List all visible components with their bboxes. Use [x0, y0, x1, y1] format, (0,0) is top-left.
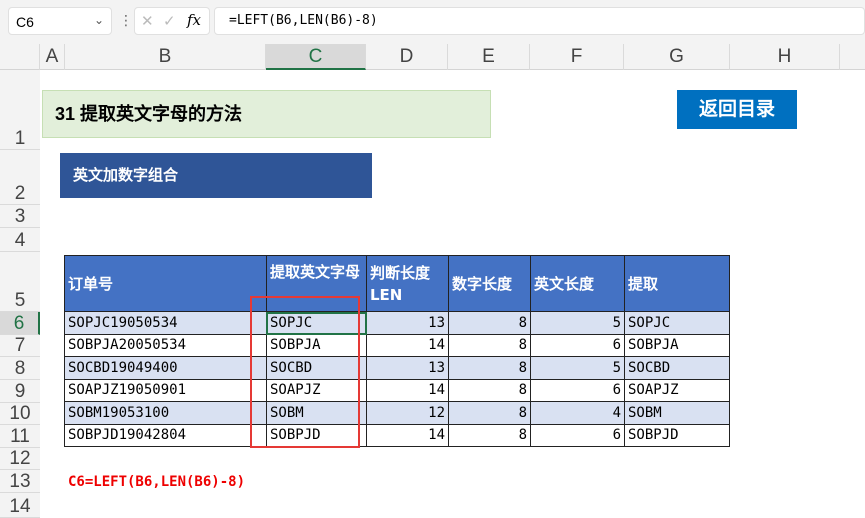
table-cell[interactable]: 8: [448, 378, 531, 402]
fx-icon[interactable]: fx: [187, 11, 201, 29]
table-cell[interactable]: 5: [530, 356, 625, 380]
row-9[interactable]: 9: [0, 380, 40, 403]
row-7[interactable]: 7: [0, 335, 40, 357]
table-row: SOAPJZ19050901 SOAPJZ 14 8 6 SOAPJZ: [64, 378, 730, 402]
row-11[interactable]: 11: [0, 425, 40, 448]
header-order-no: 订单号: [64, 255, 267, 312]
column-headers: A B C D E F G H: [0, 44, 865, 70]
formula-actions: ✕ ✓ fx: [134, 7, 210, 35]
row-14[interactable]: 14: [0, 493, 40, 518]
col-g[interactable]: G: [624, 44, 730, 70]
formula-note: C6=LEFT(B6,LEN(B6)-8): [68, 474, 246, 490]
section-header: 英文加数字组合: [60, 153, 372, 198]
table-cell[interactable]: SOCBD: [624, 356, 730, 380]
table-cell[interactable]: 14: [366, 333, 449, 357]
name-box[interactable]: C6 ⌄: [8, 7, 112, 35]
row-5[interactable]: 5: [0, 252, 40, 312]
table-cell[interactable]: 13: [366, 311, 449, 335]
col-e[interactable]: E: [448, 44, 530, 70]
back-to-index-button[interactable]: 返回目录: [677, 90, 797, 129]
table-cell[interactable]: SOBPJD: [624, 423, 730, 447]
table-cell[interactable]: SOBPJA: [624, 333, 730, 357]
col-d[interactable]: D: [366, 44, 448, 70]
row-4[interactable]: 4: [0, 228, 40, 252]
select-all[interactable]: [0, 44, 40, 70]
row-2[interactable]: 2: [0, 150, 40, 205]
table-cell[interactable]: 6: [530, 333, 625, 357]
col-b[interactable]: B: [65, 44, 266, 70]
row-3[interactable]: 3: [0, 205, 40, 228]
table-cell[interactable]: 12: [366, 401, 449, 425]
row-6[interactable]: 6: [0, 312, 40, 335]
table-cell[interactable]: 6: [530, 423, 625, 447]
table-cell[interactable]: 8: [448, 356, 531, 380]
col-a[interactable]: A: [40, 44, 65, 70]
header-extract: 提取: [624, 255, 730, 312]
data-table: 订单号 提取英文字母 判断长度LEN 数字长度 英文长度 提取 SOPJC190…: [64, 255, 730, 447]
header-len: 判断长度LEN: [366, 255, 449, 312]
col-f[interactable]: F: [530, 44, 624, 70]
chevron-down-icon[interactable]: ⌄: [94, 13, 104, 27]
page-title: 31 提取英文字母的方法: [42, 90, 491, 138]
row-8[interactable]: 8: [0, 357, 40, 380]
col-c[interactable]: C: [266, 44, 366, 70]
row-1[interactable]: 1: [0, 70, 40, 150]
table-row: SOBPJD19042804 SOBPJD 14 8 6 SOBPJD: [64, 423, 730, 447]
table-row: SOBM19053100 SOBM 12 8 4 SOBM: [64, 401, 730, 425]
table-cell[interactable]: 13: [366, 356, 449, 380]
table-cell[interactable]: SOBM19053100: [64, 401, 267, 425]
highlight-box: [250, 296, 360, 448]
table-row: SOBPJA20050534 SOBPJA 14 8 6 SOBPJA: [64, 333, 730, 357]
table-row: SOPJC19050534 SOPJC 13 8 5 SOPJC: [64, 311, 730, 335]
header-letter-length: 英文长度: [530, 255, 625, 312]
col-h[interactable]: H: [730, 44, 840, 70]
cancel-icon[interactable]: ✕: [141, 12, 154, 30]
table-row: SOCBD19049400 SOCBD 13 8 5 SOCBD: [64, 356, 730, 380]
table-cell[interactable]: 5: [530, 311, 625, 335]
table-cell[interactable]: 14: [366, 378, 449, 402]
table-cell[interactable]: SOAPJZ: [624, 378, 730, 402]
table-cell[interactable]: 8: [448, 333, 531, 357]
more-icon[interactable]: ⋮: [119, 12, 133, 29]
header-digit-length: 数字长度: [448, 255, 531, 312]
formula-input[interactable]: =LEFT(B6,LEN(B6)-8): [214, 7, 865, 35]
confirm-icon[interactable]: ✓: [163, 12, 176, 30]
row-13[interactable]: 13: [0, 470, 40, 493]
table-cell[interactable]: 14: [366, 423, 449, 447]
table-cell[interactable]: SOAPJZ19050901: [64, 378, 267, 402]
table-cell[interactable]: SOBM: [624, 401, 730, 425]
table-cell[interactable]: 6: [530, 378, 625, 402]
table-header: 订单号 提取英文字母 判断长度LEN 数字长度 英文长度 提取: [64, 255, 730, 312]
table-cell[interactable]: SOPJC19050534: [64, 311, 267, 335]
table-cell[interactable]: 8: [448, 311, 531, 335]
table-cell[interactable]: SOBPJD19042804: [64, 423, 267, 447]
table-cell[interactable]: SOCBD19049400: [64, 356, 267, 380]
formula-bar: C6 ⌄ ⋮ ✕ ✓ fx =LEFT(B6,LEN(B6)-8): [0, 0, 865, 44]
table-cell[interactable]: SOBPJA20050534: [64, 333, 267, 357]
row-10[interactable]: 10: [0, 403, 40, 425]
table-cell[interactable]: 4: [530, 401, 625, 425]
table-cell[interactable]: 8: [448, 401, 531, 425]
row-12[interactable]: 12: [0, 448, 40, 470]
table-cell[interactable]: 8: [448, 423, 531, 447]
table-cell[interactable]: SOPJC: [624, 311, 730, 335]
